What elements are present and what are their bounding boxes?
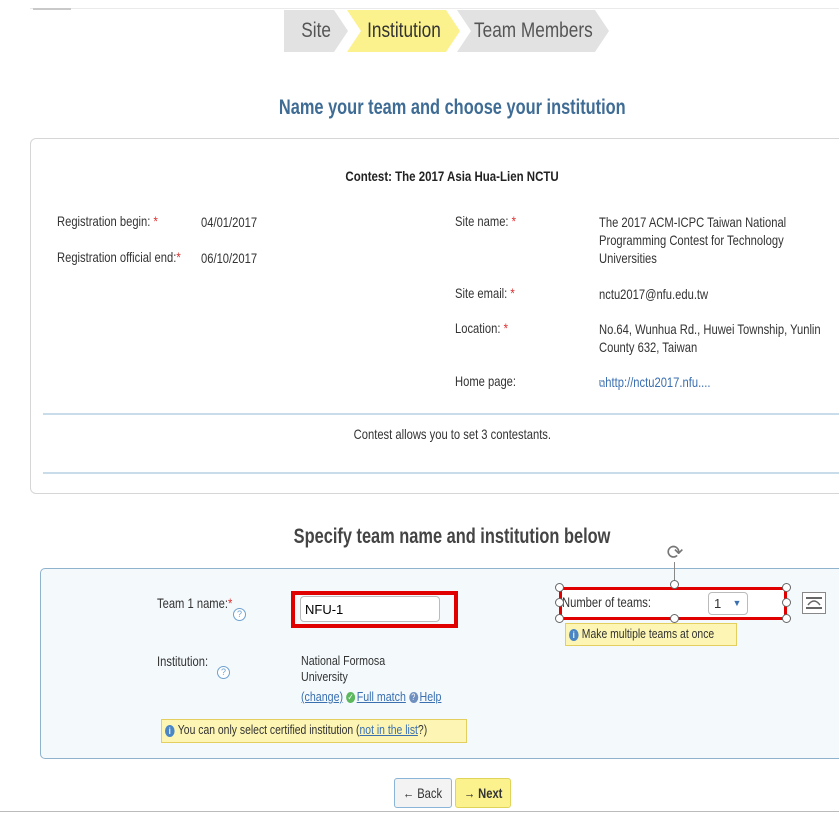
multiple-teams-tip: i Make multiple teams at once xyxy=(565,623,737,646)
number-of-teams-label: Number of teams: xyxy=(562,594,652,610)
rotate-icon[interactable]: ⟳ xyxy=(664,543,686,565)
reg-end-label: Registration official end:* xyxy=(57,249,181,265)
step-site[interactable]: Site xyxy=(284,10,348,52)
info-icon: i xyxy=(165,724,175,737)
highlight-box xyxy=(291,591,458,628)
institution-actions: (change) ✓ Full match ? Help xyxy=(301,688,472,706)
top-divider xyxy=(30,8,839,9)
site-email-label: Site email: * xyxy=(455,285,515,301)
divider xyxy=(43,472,839,474)
home-page-label: Home page: xyxy=(455,373,517,389)
reg-begin-label: Registration begin: * xyxy=(57,213,158,229)
resize-handle[interactable] xyxy=(670,614,679,623)
resize-handle[interactable] xyxy=(555,583,564,592)
question-circle-icon[interactable]: ? xyxy=(233,608,246,621)
step-team-members[interactable]: Team Members xyxy=(457,10,609,52)
resize-handle[interactable] xyxy=(555,598,564,607)
institution-value: National Formosa University xyxy=(301,653,386,684)
question-circle-icon[interactable]: ? xyxy=(217,666,230,679)
number-of-teams-select[interactable]: 1 ▼ xyxy=(708,592,748,615)
divider xyxy=(43,413,839,415)
help-circle-icon: ? xyxy=(408,692,418,704)
check-circle-icon: ✓ xyxy=(346,692,356,704)
layout-options-icon[interactable] xyxy=(802,592,826,614)
step-institution[interactable]: Institution xyxy=(347,10,460,52)
change-link[interactable]: (change) xyxy=(301,689,343,704)
resize-handle[interactable] xyxy=(782,598,791,607)
bottom-divider xyxy=(0,811,839,812)
help-link[interactable]: Help xyxy=(420,689,442,704)
contest-title: Contest: The 2017 Asia Hua-Lien NCTU xyxy=(345,168,560,184)
next-button[interactable]: → Next xyxy=(455,778,511,808)
home-page-link[interactable]: ⧉http://nctu2017.nfu.... xyxy=(599,373,738,393)
reg-end-value: 06/10/2017 xyxy=(201,250,258,266)
chevron-down-icon: ▼ xyxy=(732,598,742,608)
resize-handle[interactable] xyxy=(782,583,791,592)
site-name-value: The 2017 ACM-ICPC Taiwan National Progra… xyxy=(599,214,787,266)
page-title: Name your team and choose your instituti… xyxy=(279,96,626,119)
wizard-steps: Site Institution Team Members xyxy=(0,10,839,52)
full-match-link[interactable]: Full match xyxy=(357,689,406,704)
not-in-list-link[interactable]: not in the list xyxy=(360,722,418,737)
info-icon: i xyxy=(569,628,579,641)
location-value: No.64, Wunhua Rd., Huwei Township, Yunli… xyxy=(599,321,821,355)
resize-handle[interactable] xyxy=(782,614,791,623)
section-title: Specify team name and institution below xyxy=(294,525,611,548)
back-button[interactable]: ← Back xyxy=(394,778,452,808)
institution-label: Institution: xyxy=(157,653,209,669)
contestants-note: Contest allows you to set 3 contestants. xyxy=(353,426,552,442)
site-name-label: Site name: * xyxy=(455,213,517,229)
reg-begin-value: 04/01/2017 xyxy=(201,214,258,230)
site-email-value: nctu2017@nfu.edu.tw xyxy=(599,286,709,302)
resize-handle[interactable] xyxy=(670,580,679,589)
location-label: Location: * xyxy=(455,320,508,336)
certified-institution-note: i You can only select certified instituti… xyxy=(161,719,467,743)
resize-handle[interactable] xyxy=(555,614,564,623)
